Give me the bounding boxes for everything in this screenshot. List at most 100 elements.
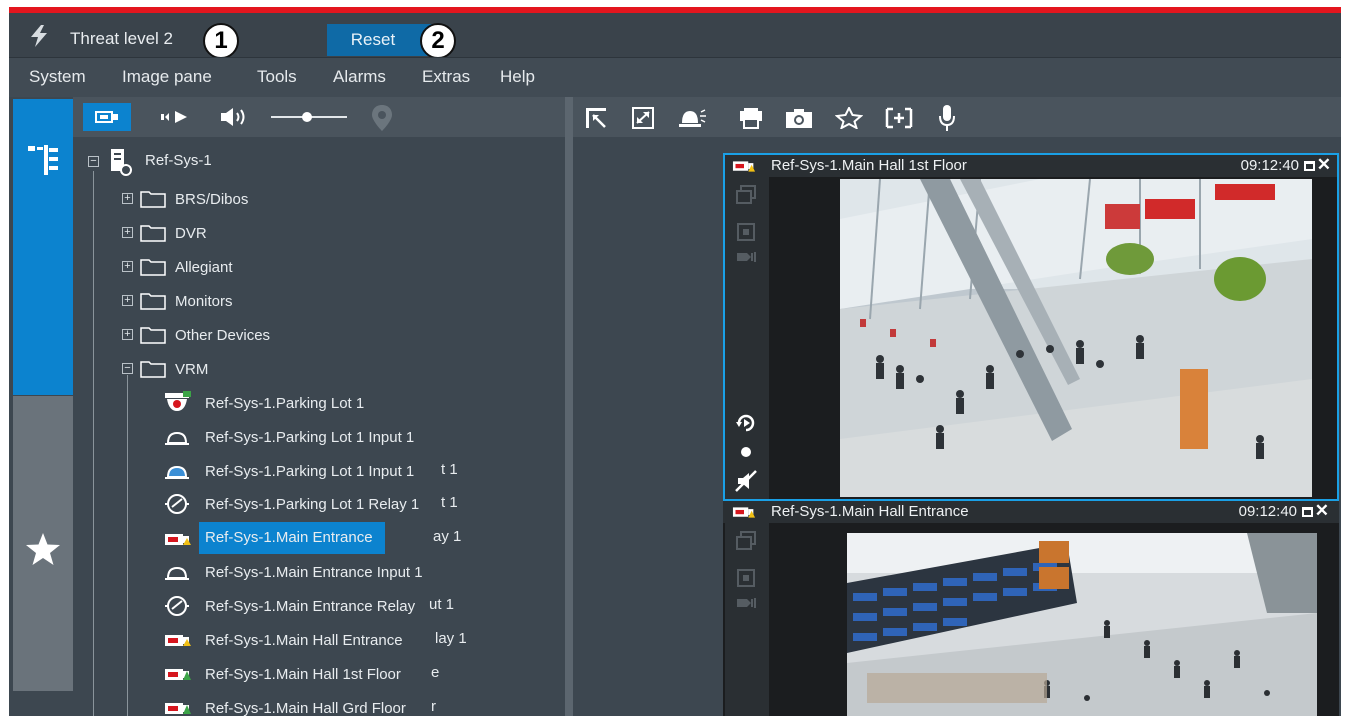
tree-root-label[interactable]: Ref-Sys-1 <box>145 152 212 169</box>
overlay-text: r <box>431 698 436 715</box>
app-window: Threat level 2 Reset 1 2 System Image pa… <box>9 7 1341 716</box>
tree-guide-line <box>93 171 94 716</box>
pane-header: Ref-Sys-1.Main Hall Entrance 09:12:40 ✕ <box>723 501 1339 523</box>
relay-icon <box>165 494 189 514</box>
close-icon[interactable]: ✕ <box>1317 155 1331 175</box>
overlay-text: ay 1 <box>433 528 462 545</box>
device-label: Ref-Sys-1.Main Entrance Input 1 <box>205 564 423 581</box>
callout-1: 1 <box>203 23 239 59</box>
menu-image-pane[interactable]: Image pane <box>122 67 212 87</box>
close-icon[interactable]: ✕ <box>1315 501 1329 521</box>
tab-logical-tree[interactable] <box>13 99 73 395</box>
device-label: Ref-Sys-1.Parking Lot 1 Input 1 <box>205 463 415 480</box>
folder-label: DVR <box>175 225 207 242</box>
print-icon[interactable] <box>739 107 763 129</box>
maximize-icon[interactable] <box>1302 507 1313 517</box>
logical-tree-icon <box>28 145 58 175</box>
menu-system[interactable]: System <box>29 67 86 87</box>
overlay-text: t 1 <box>441 461 458 478</box>
restore-icon[interactable] <box>585 107 609 129</box>
microphone-icon[interactable] <box>937 104 957 132</box>
expand-toggle[interactable]: + <box>122 295 133 306</box>
camera-icon <box>165 703 191 714</box>
menu-tools[interactable]: Tools <box>257 67 297 87</box>
folder-icon <box>140 225 166 242</box>
pane-title: Ref-Sys-1.Main Hall Entrance <box>771 503 969 520</box>
folder-icon <box>140 361 166 378</box>
relay-icon <box>165 596 189 616</box>
pane-time: 09:12:40 <box>1238 503 1297 520</box>
camera-icon <box>165 635 191 646</box>
region-icon <box>737 569 755 587</box>
pin-icon <box>372 105 392 131</box>
folder-icon <box>140 327 166 344</box>
image-pane-1[interactable]: Ref-Sys-1.Main Hall 1st Floor 09:12:40 ✕ <box>723 153 1339 501</box>
favorite-icon[interactable] <box>835 107 863 129</box>
folder-label: Other Devices <box>175 327 271 344</box>
record-icon[interactable] <box>741 447 751 457</box>
input-icon <box>165 566 189 580</box>
video-feed-airport-hall <box>840 179 1312 497</box>
tree-guide-line <box>127 375 128 716</box>
menu-help[interactable]: Help <box>500 67 535 87</box>
menu-extras[interactable]: Extras <box>422 67 470 87</box>
zoom-icon[interactable] <box>885 107 913 129</box>
layer-icon <box>736 531 756 550</box>
device-label: Ref-Sys-1.Parking Lot 1 Input 1 <box>205 429 415 446</box>
ptz-icon <box>737 252 756 262</box>
tree-view: − Ref-Sys-1 + BRS/Dibos + DVR + Allegian… <box>73 137 565 716</box>
folder-icon <box>140 293 166 310</box>
image-pane-2[interactable]: Ref-Sys-1.Main Hall Entrance 09:12:40 ✕ <box>723 501 1339 716</box>
expand-toggle[interactable]: + <box>122 227 133 238</box>
folder-label: Monitors <box>175 293 233 310</box>
expand-toggle[interactable]: + <box>122 329 133 340</box>
expand-toggle[interactable]: + <box>122 193 133 204</box>
pane-time: 09:12:40 <box>1240 157 1299 174</box>
camera-dome-icon <box>165 391 191 411</box>
pane-title: Ref-Sys-1.Main Hall 1st Floor <box>771 157 967 174</box>
star-icon <box>26 533 60 565</box>
server-icon <box>111 149 132 176</box>
video-feed-departure-hall <box>847 533 1317 716</box>
input-icon <box>165 431 189 445</box>
menu-bar: System Image pane Tools Alarms Extras He… <box>9 57 1341 98</box>
folder-label: VRM <box>175 361 209 378</box>
pane-side-toolbar <box>725 177 769 499</box>
maximize-icon[interactable] <box>1304 161 1315 171</box>
menu-alarms[interactable]: Alarms <box>333 67 386 87</box>
live-mode-icon <box>95 111 118 123</box>
folder-icon <box>140 259 166 276</box>
fullscreen-icon[interactable] <box>631 107 655 129</box>
lightning-icon <box>31 25 47 47</box>
camera-icon <box>165 669 191 680</box>
audio-muted-icon[interactable] <box>734 469 758 493</box>
volume-icon[interactable] <box>219 106 253 128</box>
device-label: Ref-Sys-1.Parking Lot 1 Relay 1 <box>205 496 420 513</box>
folder-label: BRS/Dibos <box>175 191 249 208</box>
alarm-icon[interactable] <box>677 107 707 129</box>
instant-playback-icon[interactable] <box>735 413 757 433</box>
input-icon <box>165 465 189 479</box>
overlay-text: ut 1 <box>429 596 455 613</box>
layer-icon <box>736 185 756 204</box>
overlay-text: e <box>431 664 440 681</box>
folder-label: Allegiant <box>175 259 233 276</box>
expand-toggle[interactable]: + <box>122 261 133 272</box>
tab-favorites[interactable] <box>13 396 73 691</box>
volume-slider-thumb[interactable] <box>302 112 312 122</box>
folder-icon <box>140 191 166 208</box>
live-mode-button[interactable] <box>83 103 131 131</box>
collapse-toggle[interactable]: − <box>88 156 99 167</box>
overlay-text: lay 1 <box>435 630 467 647</box>
ptz-icon <box>737 598 756 608</box>
title-bar: Threat level 2 Reset 1 2 <box>9 13 1341 59</box>
callout-2: 2 <box>420 23 456 59</box>
pane-side-toolbar <box>725 523 769 716</box>
collapse-toggle[interactable]: − <box>122 363 133 374</box>
threat-level-label: Threat level 2 <box>70 29 173 48</box>
snapshot-icon[interactable] <box>785 107 813 129</box>
panel-splitter[interactable] <box>565 97 573 716</box>
playback-icon[interactable] <box>159 109 191 125</box>
camera-icon <box>165 534 191 545</box>
device-label: Ref-Sys-1.Main Hall Grd Floor <box>205 700 406 716</box>
